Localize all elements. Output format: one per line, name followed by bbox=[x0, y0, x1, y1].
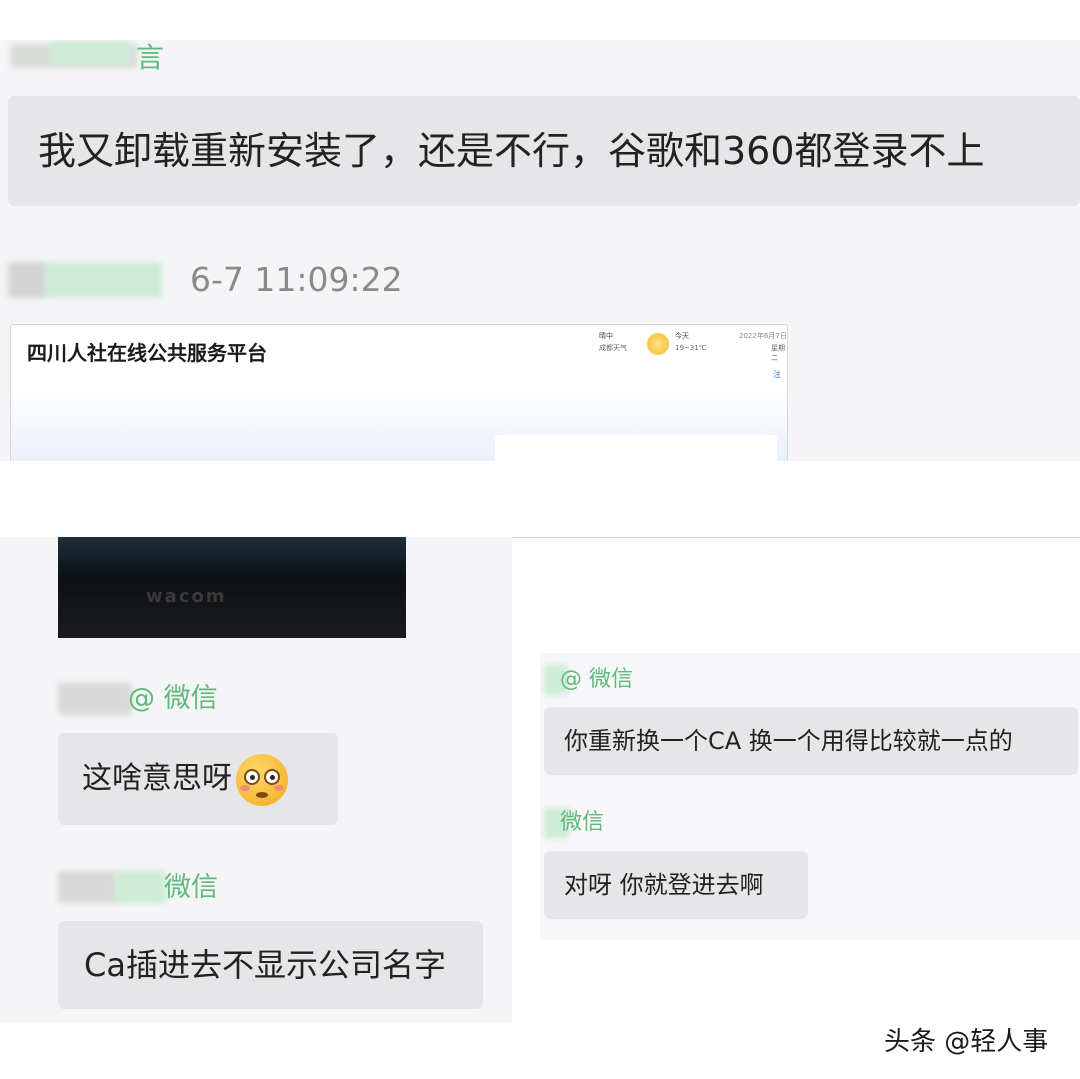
site-weekday: 星期二 bbox=[771, 344, 785, 362]
site-title: 四川人社在线公共服务平台 bbox=[27, 341, 267, 365]
message-bubble[interactable]: 这啥意思呀 bbox=[58, 733, 338, 825]
message-text: 这啥意思呀 bbox=[82, 761, 232, 796]
weather-temperature: 19~31℃ bbox=[675, 344, 707, 352]
blurred-sender-name bbox=[114, 871, 166, 903]
site-link[interactable]: 注 bbox=[773, 369, 781, 380]
sender-tag: 言 bbox=[136, 41, 165, 74]
weather-city: 成都天气 bbox=[599, 344, 627, 352]
chat-panel-right: @ 微信 你重新换一个CA 换一个用得比较就一点的 微信 对呀 你就登进去啊 bbox=[540, 653, 1080, 940]
message-text: 我又卸载重新安装了，还是不行，谷歌和360都登录不上 bbox=[38, 129, 985, 173]
sender-tag: @ 微信 bbox=[128, 683, 218, 714]
sender-tag: @ 微信 bbox=[560, 667, 633, 692]
message-text: Ca插进去不显示公司名字 bbox=[84, 946, 446, 984]
device-photo[interactable]: wacom bbox=[58, 537, 406, 638]
weather-today: 今天 bbox=[675, 332, 689, 340]
site-date: 2022年6月7日 bbox=[739, 332, 787, 340]
flushed-face-emoji-icon bbox=[235, 753, 288, 806]
chat-panel-top: 言 我又卸载重新安装了，还是不行，谷歌和360都登录不上 6-7 11:09:2… bbox=[0, 40, 1080, 461]
blurred-avatar bbox=[8, 262, 48, 298]
weather-condition: 晴中 bbox=[599, 332, 613, 340]
blurred-sender-name bbox=[46, 262, 162, 298]
sender-tag: 微信 bbox=[164, 872, 218, 903]
message-text: 对呀 你就登进去啊 bbox=[564, 871, 764, 899]
message-bubble[interactable]: 对呀 你就登进去啊 bbox=[544, 851, 808, 919]
watermark: 头条 @轻人事 bbox=[884, 1027, 1049, 1057]
message-bubble[interactable]: Ca插进去不显示公司名字 bbox=[58, 921, 483, 1009]
chat-panel-left: wacom @ 微信 这啥意思呀 微信 Ca插进去不显示公司名字 bbox=[0, 537, 512, 1022]
photo-logo: wacom bbox=[146, 586, 227, 607]
message-bubble[interactable]: 你重新换一个CA 换一个用得比较就一点的 bbox=[544, 707, 1078, 775]
blurred-avatar bbox=[58, 871, 118, 903]
blurred-sender-name bbox=[50, 42, 130, 64]
sun-icon bbox=[647, 333, 669, 355]
message-timestamp: 6-7 11:09:22 bbox=[190, 260, 403, 299]
login-box bbox=[495, 435, 777, 461]
sender-tag: 微信 bbox=[560, 810, 605, 835]
shared-screenshot[interactable]: 四川人社在线公共服务平台 晴中 成都天气 今天 19~31℃ 2022年6月7日… bbox=[10, 324, 788, 461]
message-text: 你重新换一个CA 换一个用得比较就一点的 bbox=[564, 727, 1013, 755]
blurred-avatar bbox=[58, 683, 132, 715]
message-bubble[interactable]: 我又卸载重新安装了，还是不行，谷歌和360都登录不上 bbox=[8, 96, 1080, 206]
